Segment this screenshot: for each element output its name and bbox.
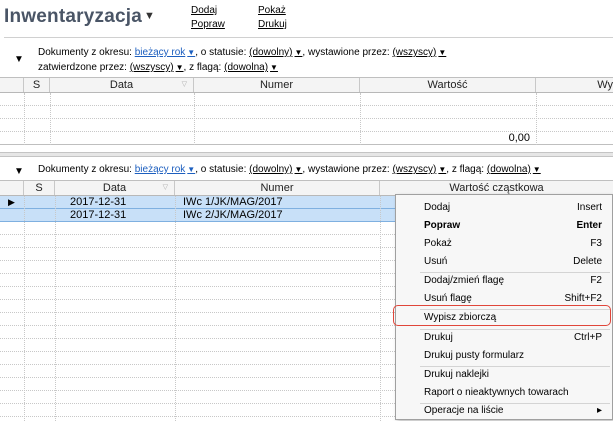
header-divider: [4, 37, 613, 38]
panel1-filter-issued-label: , wystawione przez:: [302, 47, 390, 58]
menu-item-print[interactable]: Drukuj Ctrl+P: [396, 328, 612, 347]
grid-line: [360, 93, 361, 145]
panel1-col-s[interactable]: S: [24, 78, 50, 92]
panel2-col-wartosc[interactable]: Wartość cząstkowa: [380, 181, 613, 195]
grid-line: [24, 93, 25, 145]
panel1-total-row: 0,00: [0, 132, 613, 145]
panel2-col-indicator: [0, 181, 24, 195]
panel2-filter-flag-label: , z flagą:: [446, 164, 485, 175]
panel2-filter-flag[interactable]: (dowolna) ▼: [487, 164, 541, 175]
add-link[interactable]: Dodaj: [191, 5, 217, 16]
dropdown-icon: ▼: [532, 165, 541, 174]
show-link[interactable]: Pokaż: [258, 5, 286, 16]
sort-icon: ▽: [181, 81, 187, 88]
submenu-arrow-icon: ▸: [596, 405, 602, 416]
panel2-filter-status-label: , o statusie:: [195, 164, 247, 175]
panel2-collapse-icon[interactable]: ▼: [14, 166, 24, 177]
grid-line: [536, 93, 537, 145]
menu-item-inactive-report[interactable]: Raport o nieaktywnych towarach: [396, 383, 612, 402]
panel1-filter-status[interactable]: (dowolny) ▼: [249, 47, 302, 58]
grid-line: [55, 196, 56, 421]
row-date: 2017-12-31: [70, 209, 127, 221]
print-link[interactable]: Drukuj: [258, 19, 287, 30]
table-row[interactable]: [0, 93, 613, 106]
dropdown-icon: ▼: [438, 48, 447, 57]
row-number: IWc 1/JK/MAG/2017: [183, 196, 283, 208]
panel2-filter-status[interactable]: (dowolny) ▼: [249, 164, 302, 175]
table-row[interactable]: [0, 106, 613, 119]
panel2-filter-period[interactable]: bieżący rok ▼: [135, 164, 196, 175]
panel1-filter-approved-label: zatwierdzone przez:: [38, 62, 127, 73]
panel2-col-s[interactable]: S: [24, 181, 55, 195]
panel-splitter[interactable]: [0, 152, 613, 157]
app-title[interactable]: Inwentaryzacja ▼: [4, 6, 155, 28]
menu-item-list-operations[interactable]: Operacje na liście ▸: [396, 401, 612, 420]
edit-link[interactable]: Popraw: [191, 19, 225, 30]
grid-line: [380, 196, 381, 421]
panel1-filter-period[interactable]: bieżący rok ▼: [135, 47, 196, 58]
panel1-total-value: 0,00: [508, 132, 530, 144]
menu-item-add[interactable]: Dodaj Insert: [396, 198, 612, 217]
panel1-filter-period-label: Dokumenty z okresu:: [38, 47, 132, 58]
menu-item-print-empty-form[interactable]: Drukuj pusty formularz: [396, 346, 612, 365]
panel1-filter-flag-label: , z flagą:: [183, 62, 222, 73]
table-row[interactable]: [0, 119, 613, 132]
panel2-filter-period-label: Dokumenty z okresu:: [38, 164, 132, 175]
chevron-down-icon: ▼: [143, 10, 156, 22]
grid-line: [175, 196, 176, 421]
panel1-col-indicator: [0, 78, 24, 92]
panel2-col-data[interactable]: Data ▽: [55, 181, 175, 195]
panel2-col-numer[interactable]: Numer: [175, 181, 380, 195]
panel1-col-wy[interactable]: Wy: [536, 78, 613, 92]
panel1-filter-status-label: , o statusie:: [195, 47, 247, 58]
panel1-col-data[interactable]: Data ▽: [50, 78, 194, 92]
dropdown-icon: ▼: [175, 63, 184, 72]
panel1-grid[interactable]: S Data ▽ Numer Wartość Wy 0,00: [0, 77, 613, 148]
row-date: 2017-12-31: [70, 196, 127, 208]
menu-item-set-flag[interactable]: Dodaj/zmień flagę F2: [396, 271, 612, 290]
menu-item-edit[interactable]: Popraw Enter: [396, 216, 612, 235]
panel1-collapse-icon[interactable]: ▼: [14, 54, 24, 65]
grid-line: [24, 196, 25, 421]
current-row-arrow-icon: ▶: [8, 197, 15, 207]
panel1-filter-approved[interactable]: (wszyscy) ▼: [130, 62, 184, 73]
menu-item-print-labels[interactable]: Drukuj naklejki: [396, 365, 612, 384]
row-number: IWc 2/JK/MAG/2017: [183, 209, 283, 221]
dropdown-icon: ▼: [270, 63, 278, 72]
panel2-filter-issued[interactable]: (wszyscy) ▼: [392, 164, 446, 175]
panel1-col-wartosc[interactable]: Wartość: [360, 78, 536, 92]
highlight-annotation: [393, 305, 611, 326]
menu-item-delete[interactable]: Usuń Delete: [396, 252, 612, 271]
panel1-filter-line1: Dokumenty z okresu: bieżący rok ▼, o stat…: [38, 47, 446, 58]
grid-line: [50, 93, 51, 145]
sort-icon: ▽: [162, 184, 168, 191]
panel1-filter-line2: zatwierdzone przez: (wszyscy) ▼, z flagą:…: [38, 62, 278, 73]
panel1-filter-issued[interactable]: (wszyscy) ▼: [392, 47, 446, 58]
panel1-col-numer[interactable]: Numer: [194, 78, 360, 92]
app-title-text: Inwentaryzacja: [4, 6, 142, 27]
menu-item-show[interactable]: Pokaż F3: [396, 234, 612, 253]
panel2-filter-line: Dokumenty z okresu: bieżący rok ▼, o stat…: [38, 164, 541, 175]
grid-line: [194, 93, 195, 145]
panel2-filter-issued-label: , wystawione przez:: [302, 164, 390, 175]
panel1-header-row: S Data ▽ Numer Wartość Wy: [0, 78, 613, 93]
panel1-filter-flag[interactable]: (dowolna) ▼: [224, 62, 278, 73]
